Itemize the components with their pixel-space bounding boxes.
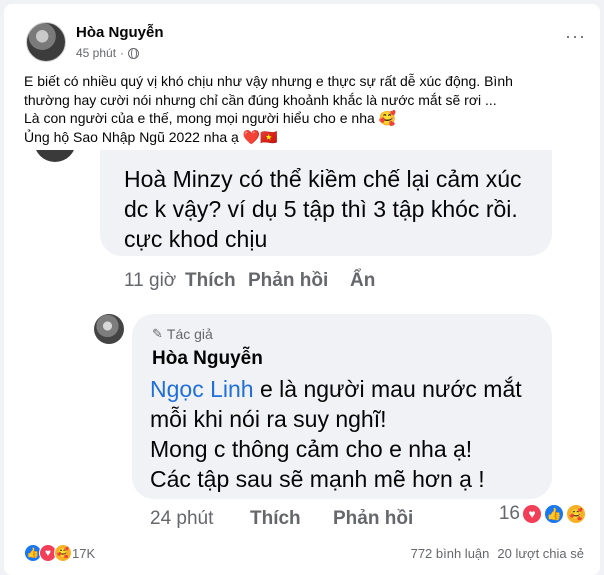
pencil-icon: ✎ [152,326,163,341]
reply-author-name: Hòa Nguyễn [152,348,263,369]
author-tag-label: Tác giả [166,326,213,342]
comment-2-actions: 24 phút Thích Phản hồi [150,508,413,530]
reply-author-avatar [94,314,124,344]
more-options-icon[interactable]: ··· [565,26,586,47]
comment-1-actions: 11 giờ Thích Phản hồi Ẩn [124,270,375,292]
share-count[interactable]: 20 lượt chia sẻ [497,546,584,561]
like-reaction-icon: 👍 [544,504,564,524]
comment-1-text: Hoà Minzy có thể kiềm chế lại cảm xúc dc… [124,164,554,254]
post-text-line-4: Ủng hộ Sao Nhập Ngũ 2022 nha ạ [24,128,239,145]
heart-icon: ❤️ [242,128,261,145]
vietnam-flag-icon: 🇻🇳 [260,128,278,145]
reply-line: mỗi khi nói ra suy nghĩ! [150,406,387,432]
commenter-avatar [34,150,76,162]
comment-2-time: 24 phút [150,508,214,529]
comment-1-time: 11 giờ [124,270,177,291]
comment-1-like: Thích [185,270,236,291]
comment-count[interactable]: 772 bình luận [411,546,490,561]
reply-line-1-rest: e là người mau nước mắt [253,376,522,402]
post-footer: 👍 ♥ 🥰 17K 772 bình luận 20 lượt chia sẻ [4,540,600,570]
post-text-line: thường hay cười nói nhưng chỉ cần đúng k… [24,91,497,108]
love-reaction-icon: ♥ [522,504,542,524]
comment-1-line: dc k vậy? ví dụ 5 tập thì 3 tập khóc rồi… [124,196,518,222]
comment-1-reply: Phản hồi [248,270,329,291]
comment-1-hide: Ẩn [350,270,376,291]
comment-1-line: Hoà Minzy có thể kiềm chế lại cảm xúc [124,166,522,192]
post-card: Hòa Nguyễn 45 phút · ··· E biết có nhiều… [4,4,600,575]
comment-1-line: cực khod chịu [124,226,268,252]
mention-link: Ngọc Linh [150,376,254,402]
reaction-count[interactable]: 17K [72,546,95,561]
globe-icon [128,47,140,59]
post-text-line: Ủng hộ Sao Nhập Ngũ 2022 nha ạ ❤️🇻🇳 [24,128,584,147]
care-reaction-icon: 🥰 [566,504,586,524]
reply-line: Ngọc Linh e là người mau nước mắt [150,374,550,404]
comment-2-reaction-count: 16 [498,503,520,524]
post-text: E biết có nhiều quý vị khó chịu như vậy … [24,72,584,146]
meta-separator: · [120,46,125,60]
comment-2-like: Thích [250,508,301,529]
post-text-line: E biết có nhiều quý vị khó chịu như vậy … [24,73,513,89]
comment-2-reply: Phản hồi [333,508,414,529]
author-avatar[interactable] [26,22,66,62]
comment-2-reactions: 16 ♥ 👍 🥰 [499,503,586,525]
post-meta: 45 phút · [76,46,140,60]
post-time[interactable]: 45 phút [76,46,116,60]
author-tag: ✎ Tác giả [152,326,213,342]
post-reactions[interactable]: 👍 ♥ 🥰 [24,544,72,562]
author-name[interactable]: Hòa Nguyễn [76,24,164,41]
care-reaction-icon: 🥰 [54,544,72,562]
engagement-stats: 772 bình luận 20 lượt chia sẻ [411,546,584,561]
post-text-line: Là con người của e thế, mong mọi người h… [24,110,397,126]
reply-text: Ngọc Linh e là người mau nước mắt mỗi kh… [150,374,550,494]
reply-line: Các tập sau sẽ mạnh mẽ hơn ạ ! [150,466,485,492]
comment-screenshot: Hoà Minzy có thể kiềm chế lại cảm xúc dc… [4,150,600,538]
reply-line: Mong c thông cảm cho e nha ạ! [150,436,473,462]
